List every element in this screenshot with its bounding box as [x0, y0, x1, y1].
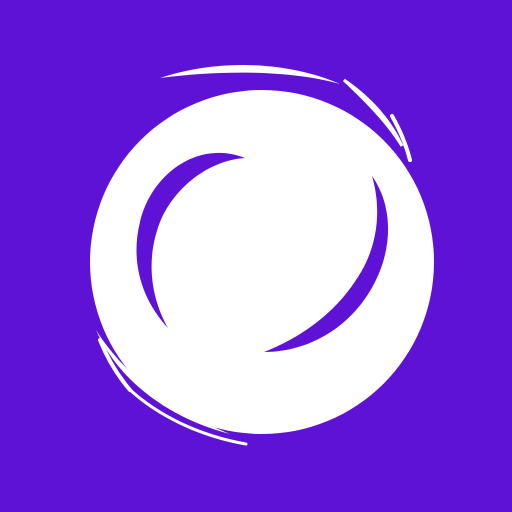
swirl-logo-icon — [90, 65, 434, 446]
app-icon — [0, 0, 512, 512]
outer-arc-top-1 — [160, 65, 340, 84]
